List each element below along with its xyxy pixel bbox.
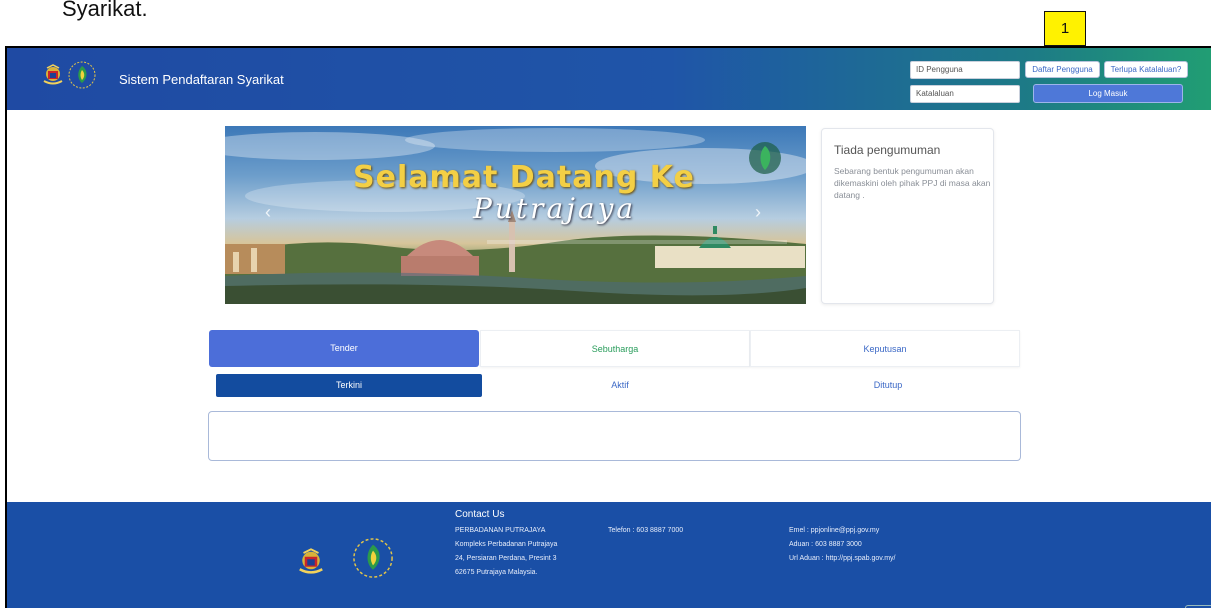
forgot-password-button[interactable]: Terlupa Katalaluan?: [1104, 61, 1188, 78]
banner-script-text: Putrajaya: [473, 192, 637, 225]
login-button[interactable]: Log Masuk: [1033, 84, 1183, 103]
malaysia-crest-logo: [299, 548, 323, 574]
aduan-phone-text: Aduan : 603 8887 3000: [789, 541, 862, 548]
announcement-title: Tiada pengumuman: [834, 143, 941, 157]
email-text: Emel : ppjonline@ppj.gov.my: [789, 527, 880, 534]
address-line: Kompleks Perbadanan Putrajaya: [455, 541, 558, 548]
callout-number: 1: [1044, 11, 1086, 46]
announcement-card: Tiada pengumuman Sebarang bentuk pengumu…: [821, 128, 994, 304]
address-line: 24, Persiaran Perdana, Presint 3: [455, 555, 557, 562]
address-line: PERBADANAN PUTRAJAYA: [455, 527, 546, 534]
app-title: Sistem Pendaftaran Syarikat: [119, 72, 284, 87]
telefon-text: Telefon : 603 8887 7000: [608, 527, 684, 534]
perbadanan-putrajaya-logo: [68, 61, 96, 89]
malaysia-crest-logo: [43, 64, 63, 85]
perbadanan-putrajaya-logo: [353, 538, 393, 578]
chevron-right-icon[interactable]: ›: [755, 202, 761, 223]
banner-headline: Selamat Datang Ke: [353, 160, 695, 195]
tab-keputusan[interactable]: Keputusan: [750, 330, 1020, 367]
app-window: Sistem Pendaftaran Syarikat ID Pengguna …: [5, 46, 1211, 608]
subtab-terkini[interactable]: Terkini: [216, 374, 482, 397]
subtab-aktif[interactable]: Aktif: [487, 374, 753, 397]
tab-sebutharga[interactable]: Sebutharga: [480, 330, 750, 367]
tender-list-panel: [208, 411, 1021, 461]
subtab-ditutup[interactable]: Ditutup: [755, 374, 1021, 397]
register-user-button[interactable]: Daftar Pengguna: [1025, 61, 1100, 78]
chevron-left-icon[interactable]: ‹: [265, 202, 271, 223]
document-caption: Syarikat.: [62, 0, 148, 21]
address-line: 62675 Putrajaya Malaysia.: [455, 569, 538, 576]
tab-tender[interactable]: Tender: [209, 330, 479, 367]
user-id-input[interactable]: ID Pengguna: [910, 61, 1020, 79]
contact-us-heading: Contact Us: [455, 509, 505, 520]
aduan-url-link[interactable]: Url Aduan : http://ppj.spab.gov.my/: [789, 555, 895, 562]
welcome-banner-carousel[interactable]: Selamat Datang Ke Putrajaya ‹ ›: [225, 126, 806, 304]
announcement-body: Sebarang bentuk pengumuman akan dikemask…: [834, 166, 991, 200]
password-input[interactable]: Katalaluan: [910, 85, 1020, 103]
site-footer: Contact Us PERBADANAN PUTRAJAYA Kompleks…: [7, 502, 1211, 608]
top-header: Sistem Pendaftaran Syarikat ID Pengguna …: [7, 48, 1211, 110]
